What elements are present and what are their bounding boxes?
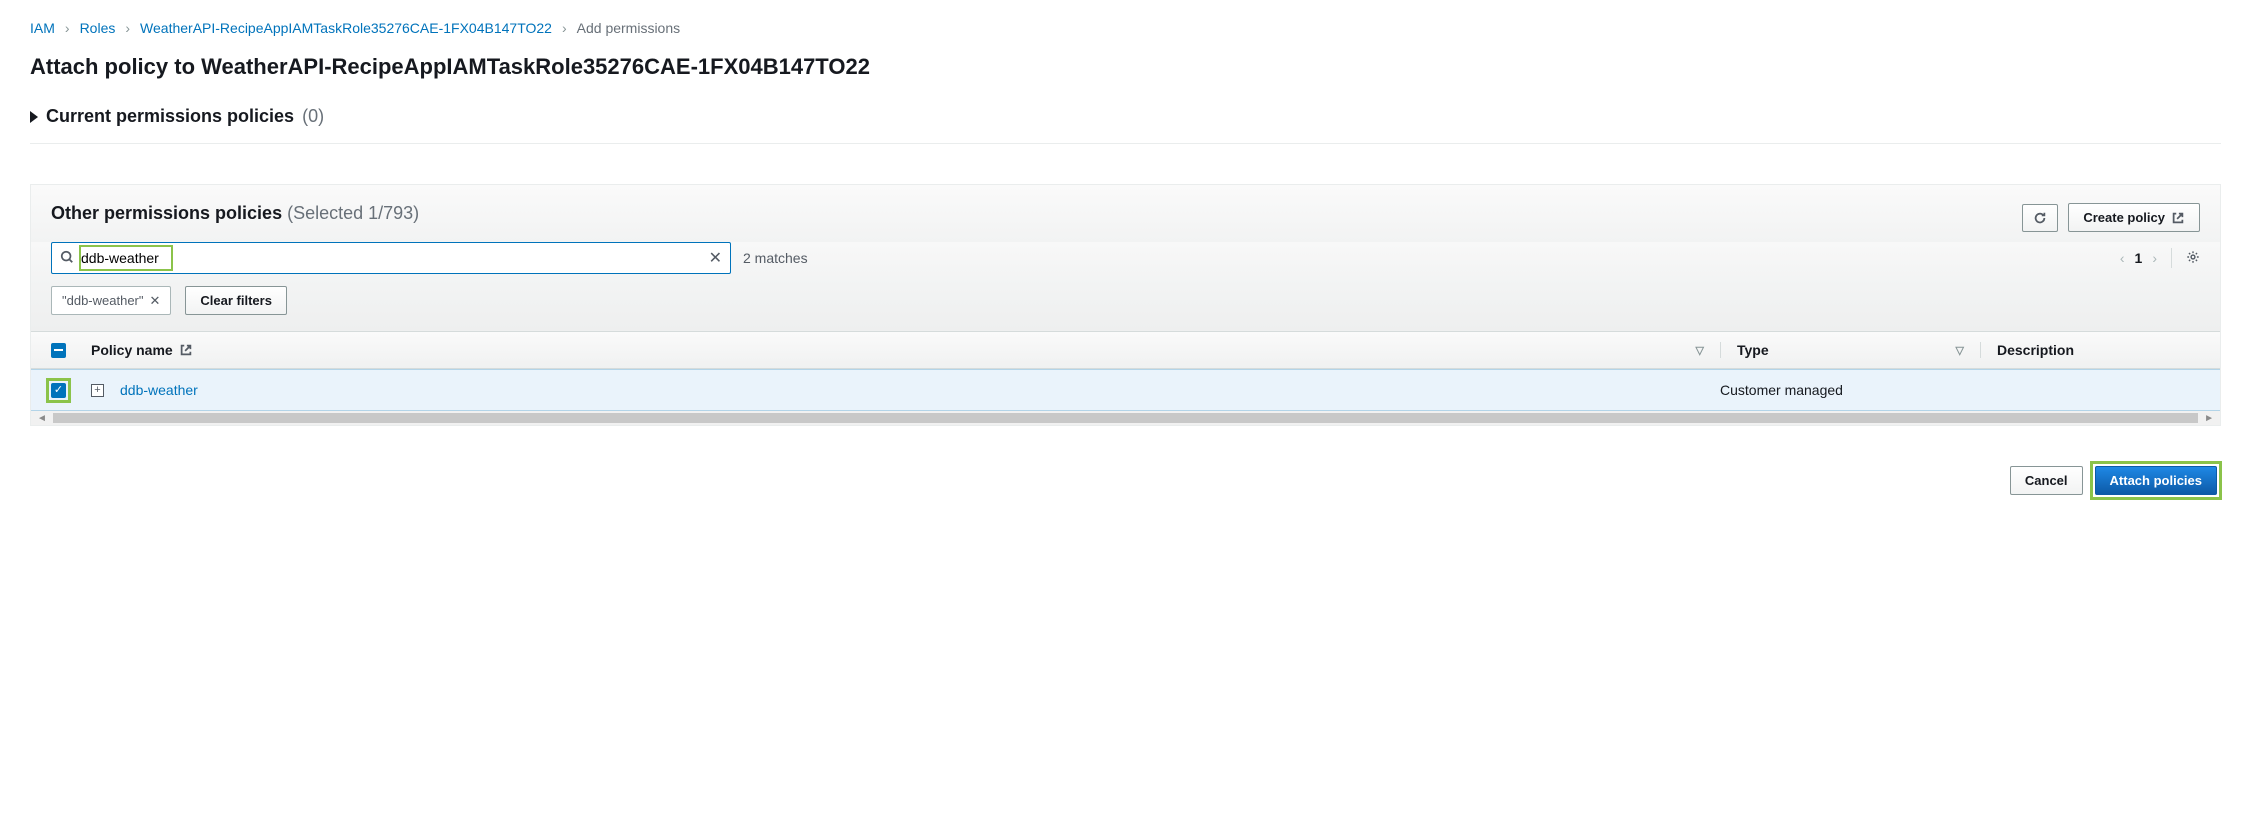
select-all-checkbox[interactable] xyxy=(51,343,66,358)
col-header-type[interactable]: Type xyxy=(1737,342,1769,358)
breadcrumb-iam[interactable]: IAM xyxy=(30,20,55,36)
breadcrumb-roles[interactable]: Roles xyxy=(80,20,116,36)
breadcrumb-current: Add permissions xyxy=(577,20,681,36)
caret-right-icon xyxy=(30,111,38,123)
table-header: Policy name ▽ Type ▽ Description xyxy=(31,332,2220,369)
external-link-icon xyxy=(179,343,193,357)
current-permissions-label: Current permissions policies xyxy=(46,106,294,127)
table-row[interactable]: ✓ + ddb-weather Customer managed xyxy=(31,369,2220,411)
chevron-right-icon: › xyxy=(125,20,130,36)
gear-icon xyxy=(2186,250,2200,264)
match-count: 2 matches xyxy=(743,250,808,266)
pager-next[interactable]: › xyxy=(2152,250,2157,266)
other-permissions-selected: (Selected 1/793) xyxy=(287,203,419,223)
breadcrumb-role-name[interactable]: WeatherAPI-RecipeAppIAMTaskRole35276CAE-… xyxy=(140,20,552,36)
col-header-desc[interactable]: Description xyxy=(1997,342,2074,358)
attach-policies-button[interactable]: Attach policies xyxy=(2095,466,2217,495)
cancel-button[interactable]: Cancel xyxy=(2010,466,2083,495)
settings-button[interactable] xyxy=(2186,250,2200,267)
other-permissions-title: Other permissions policies (Selected 1/7… xyxy=(51,203,419,224)
external-link-icon xyxy=(2171,211,2185,225)
create-policy-label: Create policy xyxy=(2083,210,2165,225)
scroll-left-icon[interactable]: ◄ xyxy=(33,413,51,424)
col-header-name[interactable]: Policy name xyxy=(91,342,173,358)
row-checkbox[interactable]: ✓ xyxy=(51,383,66,398)
pager-prev[interactable]: ‹ xyxy=(2120,250,2125,266)
clear-filters-button[interactable]: Clear filters xyxy=(185,286,287,315)
remove-chip-icon[interactable]: ✕ xyxy=(150,293,161,309)
breadcrumb: IAM › Roles › WeatherAPI-RecipeAppIAMTas… xyxy=(30,20,2221,36)
current-permissions-count: (0) xyxy=(302,106,324,127)
chevron-right-icon: › xyxy=(562,20,567,36)
current-permissions-toggle[interactable]: Current permissions policies (0) xyxy=(30,98,2221,144)
refresh-icon xyxy=(2033,211,2047,225)
other-permissions-label: Other permissions policies xyxy=(51,203,282,223)
policy-type: Customer managed xyxy=(1720,382,1980,398)
expand-row-icon[interactable]: + xyxy=(91,384,104,397)
sort-icon[interactable]: ▽ xyxy=(1956,344,1964,357)
chevron-right-icon: › xyxy=(65,20,70,36)
scroll-right-icon[interactable]: ► xyxy=(2200,413,2218,424)
refresh-button[interactable] xyxy=(2022,204,2058,232)
horizontal-scrollbar[interactable]: ◄ ► xyxy=(31,411,2220,425)
footer-actions: Cancel Attach policies xyxy=(30,466,2221,495)
scrollbar-thumb[interactable] xyxy=(53,413,2198,423)
filter-chip[interactable]: "ddb-weather" ✕ xyxy=(51,286,171,315)
other-permissions-panel: Other permissions policies (Selected 1/7… xyxy=(30,184,2221,426)
pager: ‹ 1 › xyxy=(2120,248,2200,268)
sort-icon[interactable]: ▽ xyxy=(1696,344,1704,357)
search-input[interactable] xyxy=(81,246,171,270)
search-icon xyxy=(60,250,74,267)
pager-page: 1 xyxy=(2135,250,2143,266)
clear-search-icon[interactable]: ✕ xyxy=(709,248,722,268)
filter-chip-label: "ddb-weather" xyxy=(62,293,144,308)
page-title: Attach policy to WeatherAPI-RecipeAppIAM… xyxy=(30,54,2221,80)
policy-name-link[interactable]: ddb-weather xyxy=(120,382,198,398)
search-input-wrap[interactable]: ✕ xyxy=(51,242,731,274)
create-policy-button[interactable]: Create policy xyxy=(2068,203,2200,232)
